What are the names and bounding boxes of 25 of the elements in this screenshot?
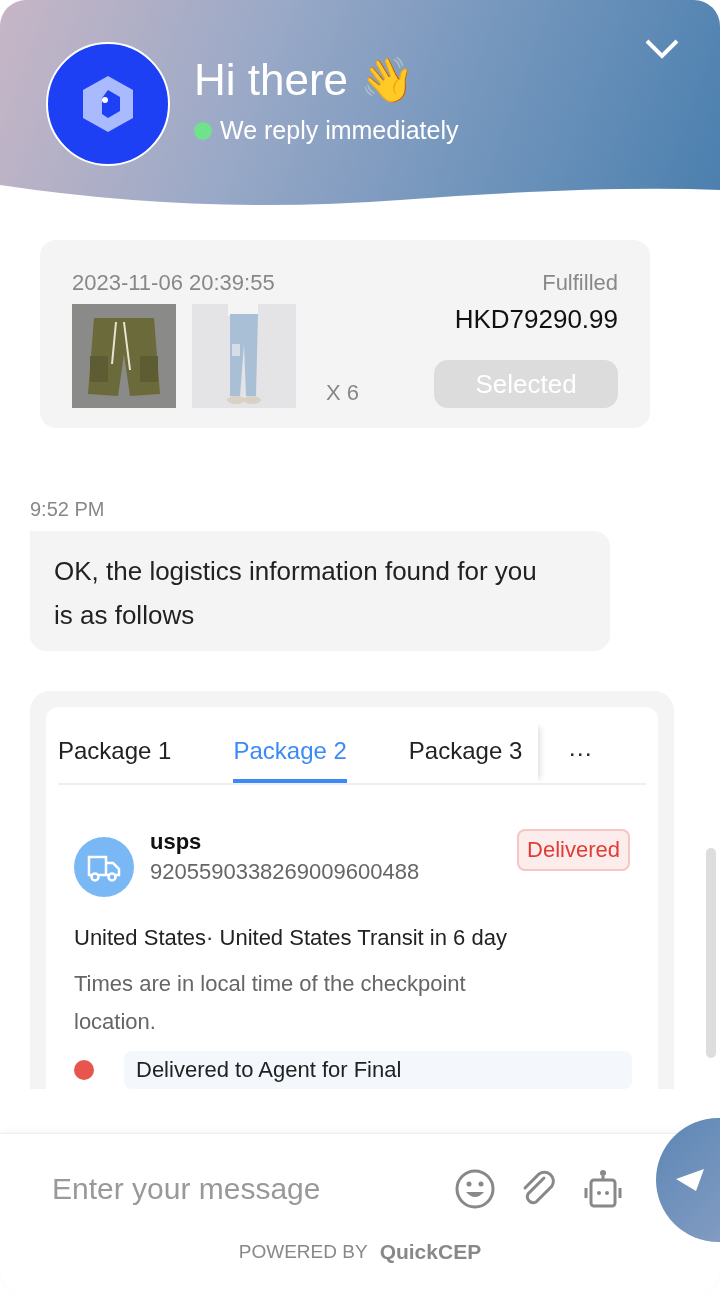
- status-text: We reply immediately: [220, 116, 459, 145]
- powered-by-text: POWERED BY: [238, 1241, 368, 1263]
- emoji-icon[interactable]: [454, 1168, 496, 1210]
- greeting-title: Hi there 👋: [194, 54, 417, 106]
- order-total: HKD79290.99: [454, 304, 618, 335]
- robot-icon[interactable]: [582, 1168, 624, 1210]
- collapse-icon[interactable]: [644, 38, 680, 60]
- delivery-status: Delivered: [517, 829, 630, 871]
- message-input[interactable]: Enter your message: [50, 1171, 432, 1207]
- carrier-name: usps: [150, 829, 203, 855]
- message-time: 9:52 PM: [30, 498, 106, 521]
- tracking-number: 9205590338269009600488: [150, 859, 421, 885]
- time-note: Times are in local time of the checkpoint location.: [74, 970, 467, 1036]
- item-quantity: X 6: [326, 380, 360, 407]
- package-tab[interactable]: Package 1: [58, 723, 172, 783]
- order-status: Fulfilled: [542, 270, 618, 296]
- more-tabs-button[interactable]: ···: [538, 723, 611, 783]
- route-text: United States· United States Transit in 6 day: [74, 925, 508, 951]
- brand-logo: QuickCEP: [379, 1240, 482, 1264]
- message-bubble: OK, the logistics information found for you is as follows: [30, 531, 610, 651]
- package-tab[interactable]: Package 3: [408, 723, 539, 783]
- order-date: 2023-11-06 20:39:55: [72, 270, 275, 296]
- scrollbar[interactable]: [706, 848, 716, 1058]
- checkpoint-text: Delivered to Agent for Final: [124, 1051, 632, 1089]
- truck-icon: [74, 837, 134, 897]
